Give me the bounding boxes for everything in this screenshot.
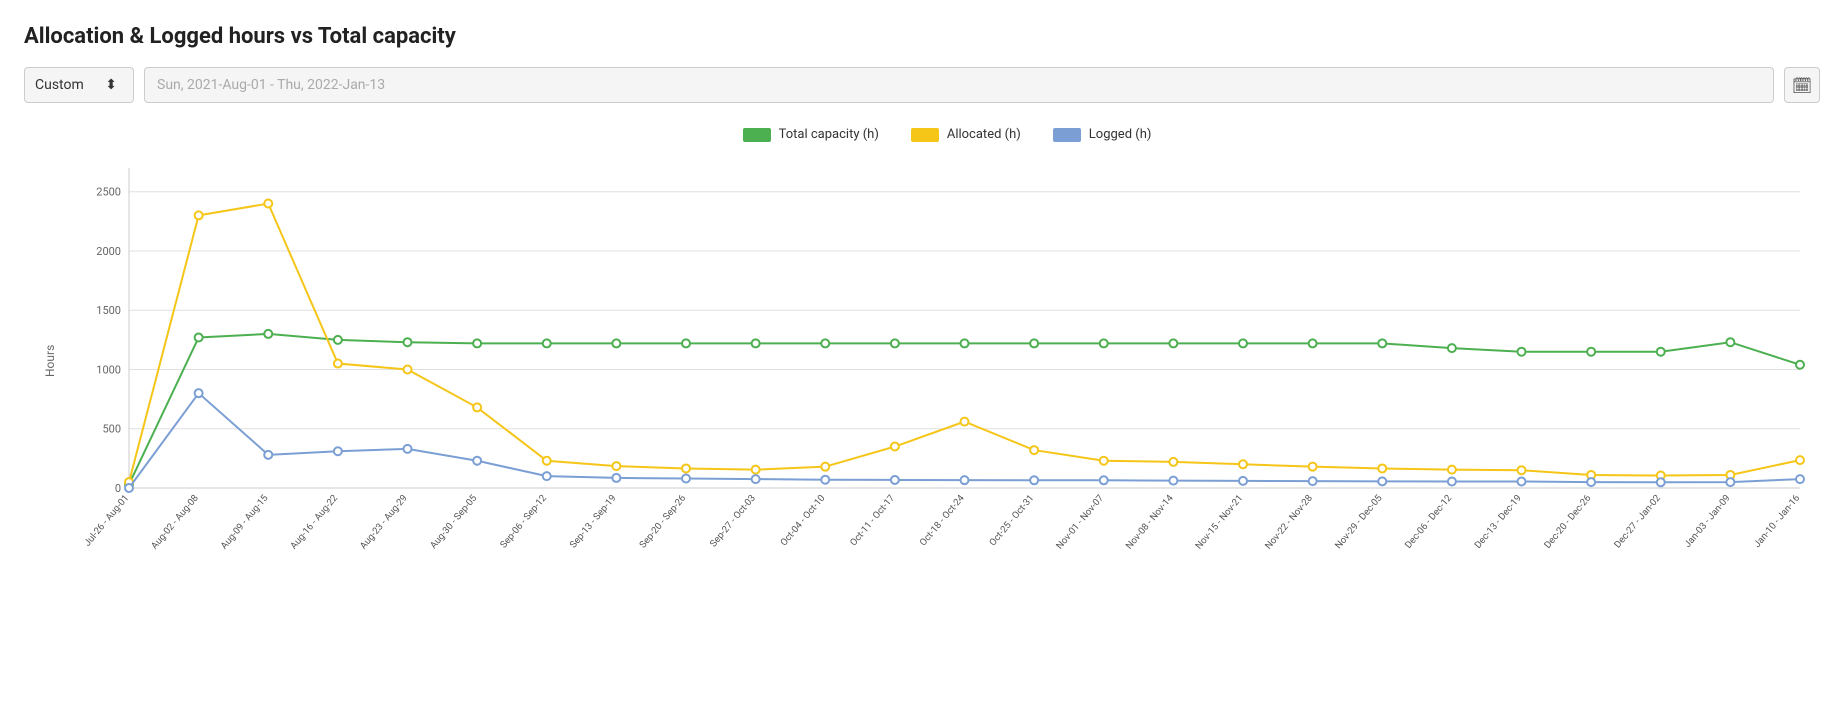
date-range-display: Sun, 2021-Aug-01 - Thu, 2022-Jan-13 [144,67,1774,103]
svg-text:Aug-02 - Aug-08: Aug-02 - Aug-08 [149,493,201,552]
svg-text:0: 0 [115,482,121,495]
svg-text:Nov-22 - Nov-28: Nov-22 - Nov-28 [1263,493,1315,552]
chart-svg: 0 500 1000 1500 2000 2500 Jul-26 - Aug-01 Aug-0… [74,158,1820,578]
svg-text:Sep-13 - Sep-19: Sep-13 - Sep-19 [568,493,619,551]
svg-text:Dec-13 - Dec-19: Dec-13 - Dec-19 [1473,493,1524,551]
svg-text:Jan-10 - Jan-16: Jan-10 - Jan-16 [1752,493,1802,550]
svg-text:1500: 1500 [96,304,121,317]
svg-text:Sep-27 - Oct-03: Sep-27 - Oct-03 [708,493,758,550]
svg-text:500: 500 [102,423,121,436]
svg-text:Dec-27 - Jan-02: Dec-27 - Jan-02 [1612,493,1663,551]
svg-text:2500: 2500 [96,186,121,199]
svg-text:Oct-04 - Oct-10: Oct-04 - Oct-10 [779,493,828,548]
legend-logged: Logged (h) [1053,127,1152,142]
svg-text:2000: 2000 [96,245,121,258]
svg-text:Nov-01 - Nov-07: Nov-01 - Nov-07 [1054,493,1106,552]
chart-area: Hours 05001000150020002500Jul-26 - Aug-0… [74,158,1820,582]
legend-color-allocated [911,128,939,142]
svg-text:Nov-29 - Dec-05: Nov-29 - Dec-05 [1333,493,1384,551]
svg-text:Nov-15 - Nov-21: Nov-15 - Nov-21 [1194,493,1246,552]
svg-text:Sep-06 - Sep-12: Sep-06 - Sep-12 [498,493,549,551]
period-select-label: Custom [35,77,84,93]
legend-label-logged: Logged (h) [1089,127,1152,142]
legend-color-total [743,128,771,142]
svg-text:Jul-26 - Aug-01: Jul-26 - Aug-01 [82,493,131,549]
period-select[interactable]: Custom ⬍ [24,67,134,103]
legend-label-allocated: Allocated (h) [947,127,1021,142]
svg-text:1000: 1000 [96,363,121,376]
svg-text:Jan-03 - Jan-09: Jan-03 - Jan-09 [1682,493,1732,550]
svg-text:Dec-06 - Dec-12: Dec-06 - Dec-12 [1403,493,1454,551]
svg-text:Dec-20 - Dec-26: Dec-20 - Dec-26 [1542,493,1593,551]
svg-text:Aug-09 - Aug-15: Aug-09 - Aug-15 [219,493,271,552]
chevron-icon: ⬍ [105,77,117,93]
legend-color-logged [1053,128,1081,142]
svg-text:Sep-20 - Sep-26: Sep-20 - Sep-26 [637,493,688,551]
legend-total-capacity: Total capacity (h) [743,127,879,142]
chart-container: Total capacity (h) Allocated (h) Logged … [24,127,1820,662]
svg-text:Nov-08 - Nov-14: Nov-08 - Nov-14 [1124,492,1176,551]
legend-allocated: Allocated (h) [911,127,1021,142]
svg-text:Aug-30 - Sep-05: Aug-30 - Sep-05 [428,493,479,551]
calendar-button[interactable]: 🗓 [1784,67,1820,103]
svg-text:Aug-23 - Aug-29: Aug-23 - Aug-29 [358,493,410,552]
svg-text:Oct-18 - Oct-24: Oct-18 - Oct-24 [918,492,967,548]
svg-text:Aug-16 - Aug-22: Aug-16 - Aug-22 [288,493,340,552]
calendar-icon: 🗓 [1792,76,1812,95]
legend-label-total: Total capacity (h) [779,127,879,142]
controls-bar: Custom ⬍ Sun, 2021-Aug-01 - Thu, 2022-Ja… [24,67,1820,103]
y-axis-label: Hours [43,345,57,377]
chart-legend: Total capacity (h) Allocated (h) Logged … [74,127,1820,142]
svg-text:Oct-11 - Oct-17: Oct-11 - Oct-17 [848,493,897,548]
page-title: Allocation & Logged hours vs Total capac… [24,24,1820,49]
svg-text:Oct-25 - Oct-31: Oct-25 - Oct-31 [987,493,1036,548]
